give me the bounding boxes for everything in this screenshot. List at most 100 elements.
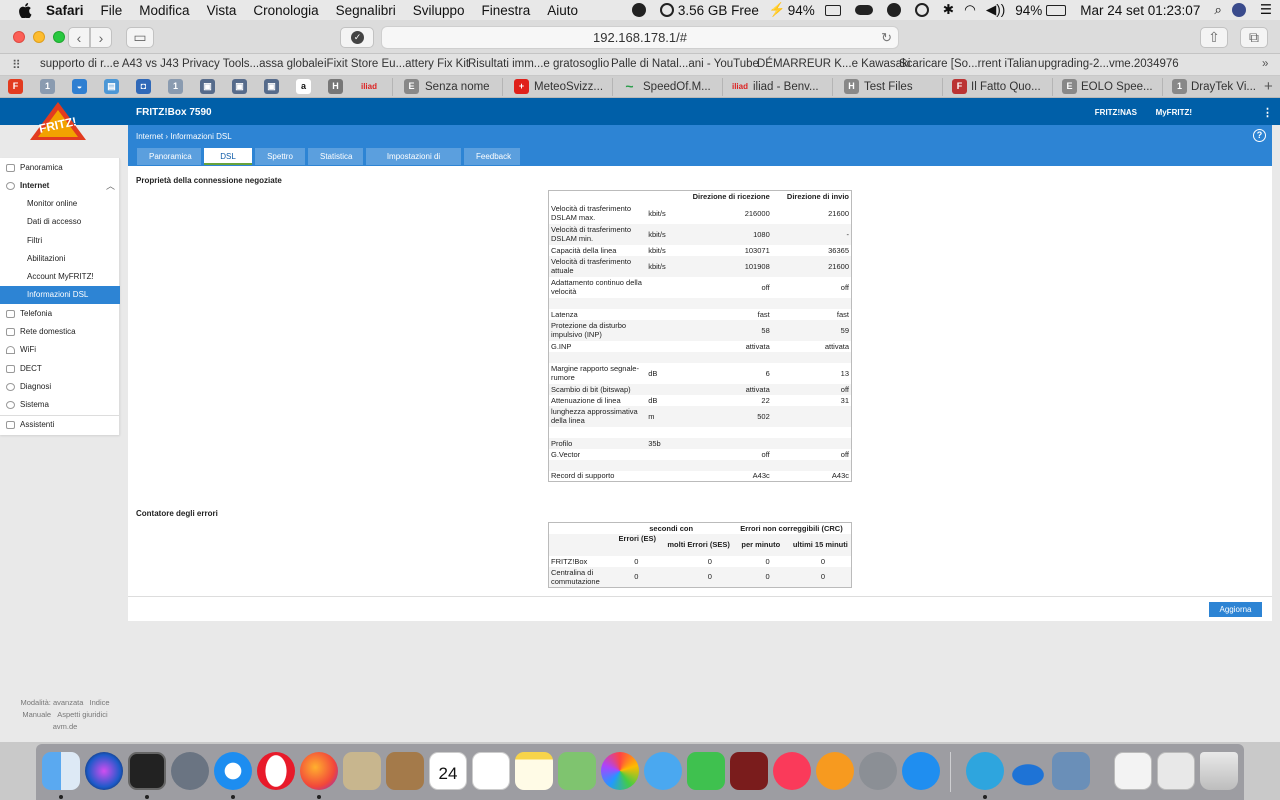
tab-title[interactable]: EOLO Spee... — [1081, 81, 1153, 93]
tab-pinned-icon[interactable]: ▣ — [264, 79, 279, 94]
sidebar-item-assistenti[interactable]: Assistenti — [0, 416, 120, 434]
facetime-icon[interactable] — [687, 752, 725, 790]
favorite-link[interactable]: supporto di r...e A43 vs J43 — [40, 58, 179, 70]
sidebar-item-panoramica[interactable]: Panoramica — [0, 159, 120, 177]
menu-bookmarks[interactable]: Segnalibri — [336, 3, 396, 18]
wifi-icon[interactable]: ◠ — [964, 2, 976, 18]
tabs-overview-button[interactable]: ⧉ — [1240, 27, 1268, 48]
favorite-link[interactable]: Privacy Tools...assa globale — [182, 58, 324, 70]
apple-icon[interactable] — [18, 2, 32, 18]
legal-link[interactable]: Aspetti giuridici — [57, 710, 107, 719]
menu-app-name[interactable]: Safari — [46, 3, 84, 18]
sidebar-item-abilitazioni[interactable]: Abilitazioni — [0, 250, 120, 268]
sidebar-item-dati-accesso[interactable]: Dati di accesso — [0, 213, 120, 231]
telegram-icon[interactable] — [966, 752, 1004, 790]
sidebar-item-wifi[interactable]: WiFi — [0, 341, 120, 359]
status-security-icon[interactable] — [631, 3, 650, 17]
tab-pinned-icon[interactable]: ◒ — [72, 79, 87, 94]
favorite-link[interactable]: DÉMARREUR K...e Kawasaki — [757, 58, 910, 70]
breadcrumb-internet[interactable]: Internet — [136, 132, 163, 141]
tab-pinned-icon[interactable]: ▣ — [232, 79, 247, 94]
photo-booth-icon[interactable] — [730, 752, 768, 790]
notification-center-icon[interactable]: ☰ — [1260, 2, 1272, 18]
tab-pinned-icon[interactable]: 1 — [40, 79, 55, 94]
menu-help[interactable]: Aiuto — [547, 3, 578, 18]
favorite-link[interactable]: iFixit Store Eu...attery Fix Kit — [324, 58, 469, 70]
notes-icon[interactable] — [515, 752, 553, 790]
user-avatar-icon[interactable] — [1231, 3, 1250, 17]
safari-icon[interactable] — [214, 752, 252, 790]
tab-title[interactable]: MeteoSvizz... — [534, 81, 603, 93]
status-memory[interactable]: 3.56 GB Free — [659, 3, 759, 18]
contacts-icon[interactable] — [386, 752, 424, 790]
tab-title[interactable]: DrayTek Vi... — [1191, 81, 1256, 93]
close-window-button[interactable] — [13, 31, 25, 43]
status-cpu[interactable]: ⚡ 94% — [769, 2, 815, 18]
tab-panoramica[interactable]: Panoramica — [137, 148, 201, 165]
address-bar[interactable]: 192.168.178.1/# ↻ — [381, 26, 899, 49]
firefox-icon[interactable] — [300, 752, 338, 790]
mail-icon[interactable] — [343, 752, 381, 790]
bluetooth-icon[interactable]: ✱ — [943, 2, 954, 18]
back-button[interactable]: ‹ — [68, 27, 90, 48]
app-store-icon[interactable] — [902, 752, 940, 790]
tab-pinned-icon[interactable]: 1 — [168, 79, 183, 94]
new-tab-button[interactable]: + — [1264, 78, 1273, 95]
launchpad-icon[interactable] — [171, 752, 209, 790]
volume-icon[interactable]: ◀)) — [986, 2, 1005, 18]
preview-icon[interactable] — [1052, 752, 1090, 790]
refresh-button[interactable]: Aggiorna — [1209, 602, 1262, 617]
tab-title[interactable]: Senza nome — [425, 81, 490, 93]
menubar-clock[interactable]: Mar 24 set 01:23:07 — [1080, 3, 1200, 18]
sidebar-item-filtri[interactable]: Filtri — [0, 232, 120, 250]
tab-statistica[interactable]: Statistica — [308, 148, 363, 165]
sidebar-item-diagnosi[interactable]: Diagnosi — [0, 378, 120, 396]
menu-history[interactable]: Cronologia — [253, 3, 318, 18]
avm-link[interactable]: avm.de — [53, 722, 78, 731]
sidebar-item-rete-domestica[interactable]: Rete domestica — [0, 323, 120, 341]
opera-icon[interactable] — [257, 752, 295, 790]
sidebar-item-monitor-online[interactable]: Monitor online — [0, 195, 120, 213]
music-icon[interactable] — [773, 752, 811, 790]
grid-icon[interactable]: ⠿ — [12, 59, 26, 71]
system-preferences-icon[interactable] — [859, 752, 897, 790]
manual-link[interactable]: Manuale — [22, 710, 51, 719]
mode-link[interactable]: Modalità: avanzata — [20, 698, 83, 707]
trash-icon[interactable] — [1200, 752, 1238, 790]
sidebar-item-telefonia[interactable]: Telefonia — [0, 305, 120, 323]
status-cloud-icon[interactable] — [854, 5, 877, 15]
tab-fritz-icon[interactable]: F — [8, 79, 23, 94]
tab-title[interactable]: Test Files — [864, 81, 913, 93]
sidebar-item-sistema[interactable]: Sistema — [0, 396, 120, 414]
privacy-report-button[interactable]: ✓ — [340, 27, 374, 48]
tab-iliad-icon[interactable]: iliad — [360, 79, 378, 94]
documents-stack-icon[interactable] — [1114, 752, 1152, 790]
fritz-logo[interactable]: FRITZ! — [28, 100, 88, 148]
tab-pinned-icon[interactable]: ▣ — [200, 79, 215, 94]
sidebar-item-informazioni-dsl[interactable]: Informazioni DSL — [0, 286, 120, 304]
sidebar-item-account-myfritz[interactable]: Account MyFRITZ! — [0, 268, 120, 286]
messages-icon[interactable] — [644, 752, 682, 790]
books-icon[interactable] — [816, 752, 854, 790]
favorite-link[interactable]: Risultati imm...e gratosoglio — [468, 58, 609, 70]
photos-icon[interactable] — [601, 752, 639, 790]
tab-title[interactable]: iliad - Benv... — [753, 81, 819, 93]
menu-view[interactable]: Vista — [207, 3, 237, 18]
reload-icon[interactable]: ↻ — [881, 27, 892, 49]
tab-impostazioni-linea[interactable]: Impostazioni di linea — [366, 148, 461, 178]
chevron-up-icon[interactable]: ︿ — [106, 177, 115, 195]
status-telegram-icon[interactable] — [886, 3, 905, 17]
help-icon[interactable]: ? — [1253, 129, 1266, 142]
tab-title[interactable]: SpeedOf.M... — [643, 81, 711, 93]
downloads-stack-icon[interactable] — [1157, 752, 1195, 790]
activity-monitor-icon[interactable] — [128, 752, 166, 790]
tab-feedback[interactable]: Feedback — [464, 148, 520, 165]
menu-develop[interactable]: Sviluppo — [413, 3, 465, 18]
tab-title[interactable]: Il Fatto Quo... — [971, 81, 1041, 93]
finder-icon[interactable] — [42, 752, 80, 790]
status-display-icon[interactable] — [824, 4, 845, 16]
forward-button[interactable]: › — [90, 27, 112, 48]
sidebar-item-internet[interactable]: Internet ︿ — [0, 177, 120, 195]
myfritz-link[interactable]: MyFRITZ! — [1156, 108, 1192, 117]
tab-amazon-icon[interactable]: a — [296, 79, 311, 94]
